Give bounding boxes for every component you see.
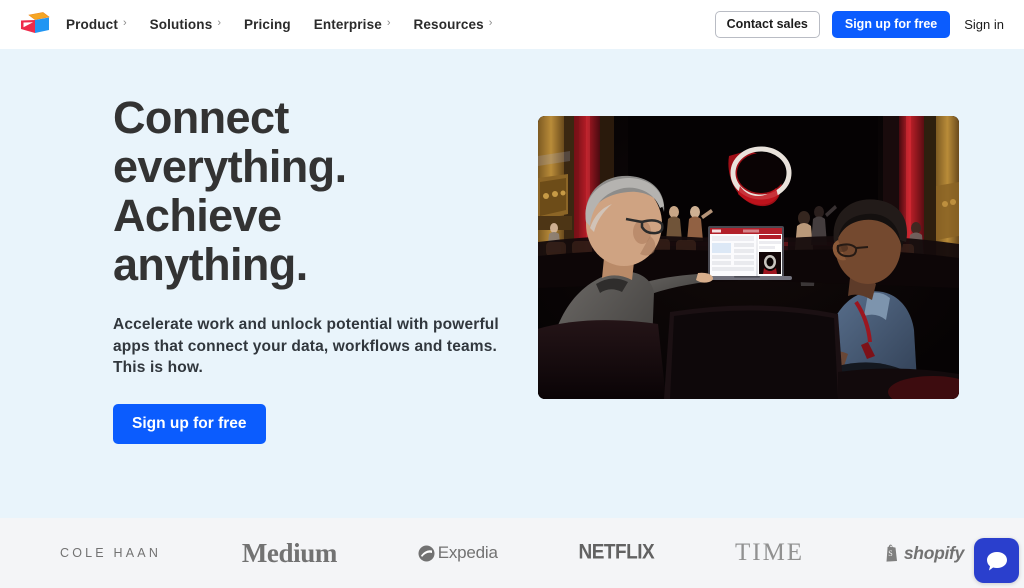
shopify-bag-icon: S <box>886 544 897 562</box>
headline-line-1: Connect <box>113 92 289 143</box>
hero-subheadline: Accelerate work and unlock potential wit… <box>113 316 499 376</box>
customer-logo-medium: Medium <box>242 533 337 573</box>
chevron-right-icon: › <box>217 17 222 29</box>
nav-item-enterprise[interactable]: Enterprise › <box>314 0 402 49</box>
medium-wordmark: Medium <box>241 537 337 568</box>
chevron-right-icon: › <box>488 17 493 29</box>
headline-line-3: Achieve <box>113 190 282 241</box>
nav-item-product[interactable]: Product › <box>66 0 138 49</box>
shopify-wordmark: shopify <box>903 542 964 563</box>
site-header: Product › Solutions › Pricing Enterprise… <box>0 0 1024 49</box>
nav-label: Solutions <box>149 17 213 32</box>
customer-logo-cole-haan: COLE HAAN <box>60 533 161 573</box>
main-navigation: Product › Solutions › Pricing Enterprise… <box>66 0 515 49</box>
chevron-right-icon: › <box>122 17 127 29</box>
customer-logo-shopify: S shopify <box>885 533 964 573</box>
customer-logos-strip: COLE HAAN Medium Expedia NETFLIX TIME S … <box>0 518 1024 588</box>
hero-image-illustration <box>538 116 959 399</box>
headline-line-4: anything. <box>113 239 308 290</box>
customer-logo-expedia: Expedia <box>418 533 498 573</box>
laptop <box>702 226 792 280</box>
nav-label: Resources <box>413 17 484 32</box>
nav-item-solutions[interactable]: Solutions › <box>150 0 232 49</box>
cole-haan-wordmark: COLE HAAN <box>60 546 162 560</box>
nav-label: Product <box>66 17 118 32</box>
expedia-globe-icon <box>418 545 435 561</box>
chat-bubble-icon <box>986 551 1007 570</box>
smartsheet-logo[interactable] <box>20 11 50 38</box>
netflix-wordmark: NETFLIX <box>578 540 655 564</box>
nav-label: Pricing <box>244 17 291 32</box>
contact-sales-button[interactable]: Contact sales <box>714 10 820 39</box>
smartsheet-logo-icon <box>21 12 50 33</box>
hero-section: Connect everything. Achieve anything. Ac… <box>0 49 1024 518</box>
chevron-right-icon: › <box>386 17 391 29</box>
page-title: Connect everything. Achieve anything. <box>113 93 513 289</box>
chat-widget-button[interactable] <box>974 538 1019 583</box>
hero-copy: Connect everything. Achieve anything. Ac… <box>113 93 513 444</box>
hero-signup-button[interactable]: Sign up for free <box>113 403 266 444</box>
time-wordmark: TIME <box>734 539 805 566</box>
customer-logo-netflix: NETFLIX <box>579 533 655 573</box>
hero-image <box>538 116 959 399</box>
nav-label: Enterprise <box>313 17 382 32</box>
nav-item-resources[interactable]: Resources › <box>414 0 504 49</box>
nav-item-pricing[interactable]: Pricing <box>244 0 302 49</box>
header-actions: Contact sales Sign up for free Sign in <box>714 0 1006 49</box>
page-root: Product › Solutions › Pricing Enterprise… <box>0 0 1024 588</box>
customer-logo-time: TIME <box>735 533 804 573</box>
expedia-wordmark: Expedia <box>437 543 498 562</box>
sign-in-link[interactable]: Sign in <box>962 13 1006 36</box>
header-signup-button[interactable]: Sign up for free <box>831 10 951 39</box>
headline-line-2: everything. <box>113 141 347 192</box>
svg-text:S: S <box>888 549 892 558</box>
